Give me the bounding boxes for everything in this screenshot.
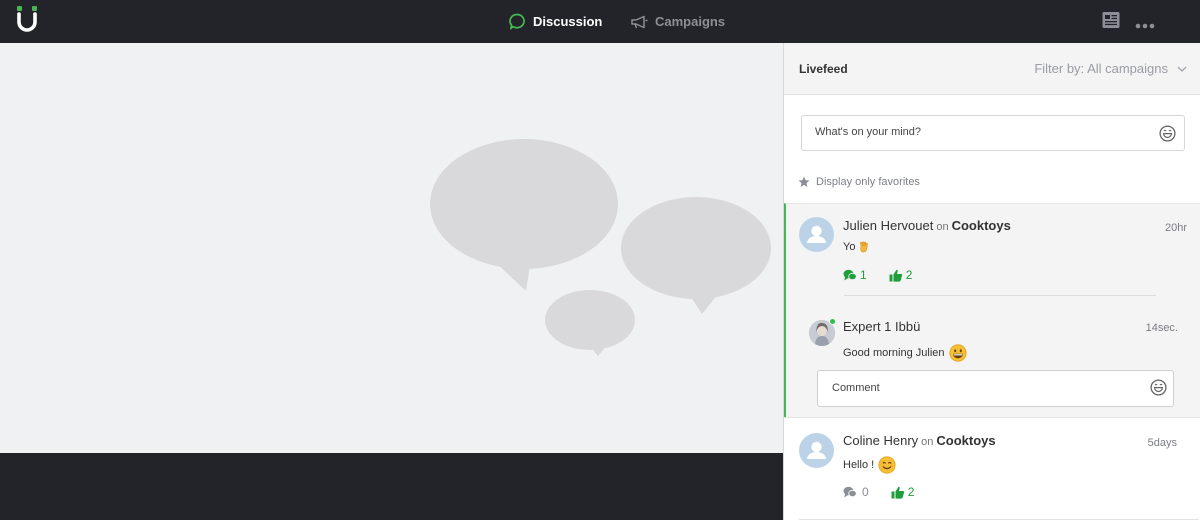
chevron-down-icon: [1177, 66, 1187, 72]
comments-count-button[interactable]: 0: [843, 485, 869, 499]
campaign-filter-dropdown[interactable]: Filter by: All campaigns: [1034, 61, 1187, 76]
thumbs-up-icon: [891, 486, 905, 499]
avatar-placeholder-icon[interactable]: [799, 433, 834, 468]
post-on-label: on: [936, 221, 949, 233]
post-author-line: Coline Henry on Cooktoys: [843, 433, 996, 448]
feed-post-thread: Julien Hervouet on Cooktoys 20hr Yo 1 2 …: [784, 203, 1200, 417]
likes-count: 2: [905, 268, 913, 282]
post-message: Yo: [843, 241, 856, 253]
newspaper-icon[interactable]: [1102, 11, 1120, 34]
likes-count-button[interactable]: 2: [891, 485, 915, 499]
likes-count-button[interactable]: 2: [889, 268, 913, 282]
reply-message-line: Good morning Julien: [843, 344, 967, 362]
reply-message: Good morning Julien: [843, 347, 945, 359]
thread-divider: [844, 295, 1156, 296]
reply-author[interactable]: Expert 1 Ibbü: [843, 319, 920, 334]
tab-campaigns[interactable]: Campaigns: [631, 0, 725, 43]
comment-input[interactable]: [832, 382, 1132, 394]
ubu-logo-icon[interactable]: [16, 6, 38, 32]
tab-discussion-label: Discussion: [533, 14, 603, 29]
chat-bubble-icon: [509, 13, 526, 30]
top-bar: Discussion Campaigns: [0, 0, 1200, 43]
comments-count: 0: [862, 485, 869, 499]
post-author-line: Julien Hervouet on Cooktoys: [843, 218, 1011, 233]
reply-time: 14sec.: [1145, 322, 1178, 334]
favorites-filter[interactable]: Display only favorites: [798, 176, 920, 188]
post-time: 5days: [1147, 437, 1177, 449]
post-input[interactable]: [815, 126, 1135, 138]
post-time: 20hr: [1164, 222, 1187, 234]
empty-state-bubbles-illustration: [430, 139, 771, 356]
smiling-face-icon: [878, 456, 896, 474]
livefeed-panel: Livefeed Filter by: All campaigns Displa…: [783, 43, 1200, 520]
likes-count: 2: [907, 485, 915, 499]
post-campaign[interactable]: Cooktoys: [952, 218, 1011, 233]
livefeed-title: Livefeed: [799, 62, 848, 76]
favorites-label: Display only favorites: [816, 176, 920, 188]
post-message: Hello !: [843, 459, 875, 471]
filter-label: Filter by: All campaigns: [1034, 61, 1168, 76]
post-message-line: Yo: [843, 241, 869, 253]
more-dots-icon[interactable]: [1135, 16, 1155, 34]
bottom-bar: [0, 453, 783, 520]
post-author[interactable]: Julien Hervouet: [843, 218, 933, 233]
comments-count: 1: [860, 268, 867, 282]
grinning-face-icon: [948, 344, 967, 362]
online-status-indicator: [829, 318, 836, 325]
post-author[interactable]: Coline Henry: [843, 433, 918, 448]
emoji-picker-icon[interactable]: [1159, 125, 1176, 142]
thumbs-up-icon: [889, 269, 903, 282]
star-icon: [798, 176, 810, 188]
comments-icon: [843, 486, 857, 499]
tab-campaigns-label: Campaigns: [655, 14, 726, 29]
comments-icon: [843, 269, 857, 282]
post-message-line: Hello !: [843, 456, 896, 474]
comments-count-button[interactable]: 1: [843, 268, 867, 282]
post-campaign[interactable]: Cooktoys: [936, 433, 995, 448]
post-stats: 0 2: [843, 485, 936, 499]
livefeed-header: Livefeed Filter by: All campaigns: [784, 43, 1200, 95]
post-composer: [801, 115, 1185, 151]
avatar-placeholder-icon[interactable]: [799, 217, 834, 252]
emoji-picker-icon[interactable]: [1150, 379, 1167, 396]
megaphone-icon: [631, 15, 648, 29]
post-stats: 1 2: [843, 268, 934, 282]
post-on-label: on: [921, 436, 934, 448]
feed-post: Coline Henry on Cooktoys 5days Hello ! 0 2: [784, 417, 1200, 520]
comment-box: [817, 370, 1174, 407]
vulcan-salute-icon: [859, 241, 869, 253]
tab-discussion[interactable]: Discussion: [509, 0, 602, 43]
discussion-canvas: [0, 43, 783, 453]
